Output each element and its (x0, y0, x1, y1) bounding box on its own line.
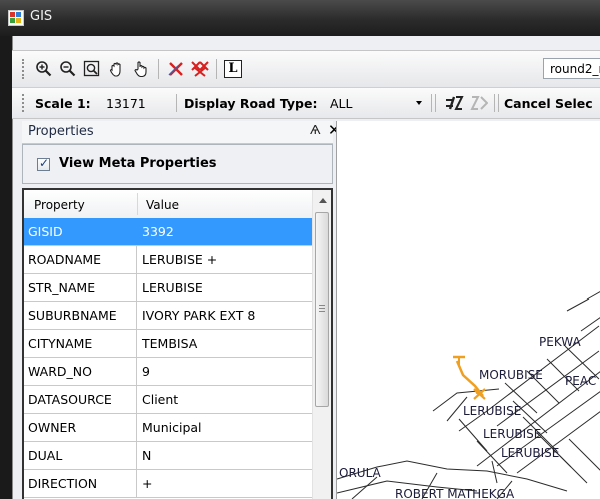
property-cell: SUBURBNAME (24, 302, 137, 329)
pan-icon (109, 62, 121, 77)
layer-combo[interactable]: round2_ne (543, 58, 600, 79)
table-row[interactable]: DUAL N (24, 442, 312, 470)
window-title: GIS (30, 9, 53, 24)
property-cell: GISID (24, 218, 137, 245)
value-cell: + (142, 476, 153, 491)
scroll-thumb[interactable] (315, 212, 329, 407)
meta-options: ✓ View Meta Properties (22, 144, 333, 184)
map-label: LERUBISE (463, 404, 521, 418)
table-row[interactable]: CITYNAME TEMBISA (24, 330, 312, 358)
value-cell: Client (142, 392, 179, 407)
toolbar-separator (431, 94, 432, 112)
value-cell: N (142, 448, 152, 463)
clear-all-icon (191, 61, 209, 77)
scale-value-field[interactable]: 13171 (106, 96, 146, 111)
toolbar-grip[interactable] (22, 94, 27, 112)
road-toolbar: Scale 1: 13171 Display Road Type: ALL Ca… (12, 88, 600, 119)
view-meta-label[interactable]: View Meta Properties (59, 156, 217, 171)
clear-all-button[interactable] (190, 59, 210, 79)
thumb-grip (319, 305, 325, 306)
zoom-extent-icon (83, 60, 100, 77)
table-row[interactable]: ROADNAME LERUBISE + (24, 246, 312, 274)
table-row[interactable]: GISID 3392 (24, 218, 312, 246)
value-cell: LERUBISE + (142, 252, 218, 267)
value-cell: LERUBISE (142, 280, 203, 295)
label-icon: L (224, 60, 242, 78)
toolbar-separator (158, 59, 159, 79)
sort-za-icon (470, 96, 488, 110)
panel-title: Properties (28, 124, 94, 139)
zoom-out-button[interactable] (58, 59, 78, 79)
chevron-down-icon[interactable] (416, 101, 422, 105)
value-cell: TEMBISA (142, 336, 198, 351)
thumb-grip (319, 308, 325, 309)
property-cell: STR_NAME (24, 274, 137, 301)
toolbar-separator (494, 94, 495, 112)
property-grid: Property Value GISID 3392 ROADNAME LERUB… (22, 188, 333, 499)
value-cell: 3392 (142, 224, 174, 239)
zoom-in-button[interactable] (34, 59, 54, 79)
sort-az-button[interactable] (444, 93, 464, 113)
zoom-extent-button[interactable] (82, 59, 102, 79)
sort-za-button[interactable] (468, 93, 488, 113)
property-cell: WARD_NO (24, 358, 137, 385)
grid-header: Property Value (24, 190, 312, 219)
map-label: PEAC (565, 374, 596, 388)
clear-selection-icon (168, 62, 183, 76)
app-icon (8, 10, 24, 26)
map-label: ROBERT MATHEKGA (395, 487, 515, 499)
map-label: PEKWA (539, 335, 581, 349)
property-cell: CITYNAME (24, 330, 137, 357)
toolbar-separator (435, 94, 436, 112)
table-row[interactable]: SUBURBNAME IVORY PARK EXT 8 (24, 302, 312, 330)
map-label: LERUBISE (483, 427, 541, 441)
pan-button[interactable] (107, 59, 127, 79)
sort-az-icon (446, 96, 464, 110)
table-row[interactable]: WARD_NO 9 (24, 358, 312, 386)
zoom-out-icon (60, 61, 76, 77)
column-header-value[interactable]: Value (146, 198, 179, 212)
view-meta-checkbox[interactable]: ✓ (37, 156, 50, 171)
map-label: LERUBISE (501, 446, 559, 460)
toolbar-grip[interactable] (22, 59, 27, 79)
column-header-property[interactable]: Property (34, 198, 85, 212)
scroll-up-icon[interactable] (319, 198, 327, 203)
map-label: MORUBISE (479, 368, 543, 382)
title-bar: GIS (0, 0, 600, 36)
checkmark-icon: ✓ (39, 156, 50, 170)
toolbar-separator (176, 94, 177, 112)
zoom-in-icon (36, 61, 52, 77)
value-cell: IVORY PARK EXT 8 (142, 308, 256, 323)
toolbar-separator (216, 59, 217, 79)
select-hand-button[interactable] (131, 59, 151, 79)
property-cell: ROADNAME (24, 246, 137, 273)
table-row[interactable]: STR_NAME LERUBISE (24, 274, 312, 302)
label-button[interactable]: L (223, 59, 243, 79)
property-cell: OWNER (24, 414, 137, 441)
pin-icon[interactable]: Ѧ (310, 123, 321, 137)
properties-panel-header: Properties Ѧ ✕ (22, 121, 341, 144)
toolbar-separator (498, 94, 499, 112)
value-cell: 9 (142, 364, 150, 379)
table-row[interactable]: OWNER Municipal (24, 414, 312, 442)
map-label: ORULA (339, 466, 382, 480)
map-toolbar: L round2_ne (12, 50, 600, 88)
table-row[interactable]: DIRECTION + (24, 470, 312, 498)
property-cell: DUAL (24, 442, 137, 469)
map-drawing[interactable]: PEKWA MORUBISE PEAC LERUBISE LERUBISE LE… (337, 121, 600, 499)
value-cell: Municipal (142, 420, 202, 435)
map-canvas[interactable]: PEKWA MORUBISE PEAC LERUBISE LERUBISE LE… (336, 121, 600, 499)
road-type-select[interactable]: ALL (330, 96, 352, 111)
clear-selection-button[interactable] (166, 59, 186, 79)
road-type-label: Display Road Type: (184, 96, 318, 111)
cancel-selection-button[interactable]: Cancel Selec (504, 96, 593, 111)
column-divider[interactable] (137, 193, 138, 215)
property-cell: DIRECTION (24, 470, 137, 497)
grid-scrollbar[interactable] (312, 190, 331, 499)
property-cell: DATASOURCE (24, 386, 137, 413)
scale-label: Scale 1: (35, 96, 91, 111)
table-row[interactable]: DATASOURCE Client (24, 386, 312, 414)
thumb-grip (319, 311, 325, 312)
select-hand-icon (134, 61, 147, 78)
